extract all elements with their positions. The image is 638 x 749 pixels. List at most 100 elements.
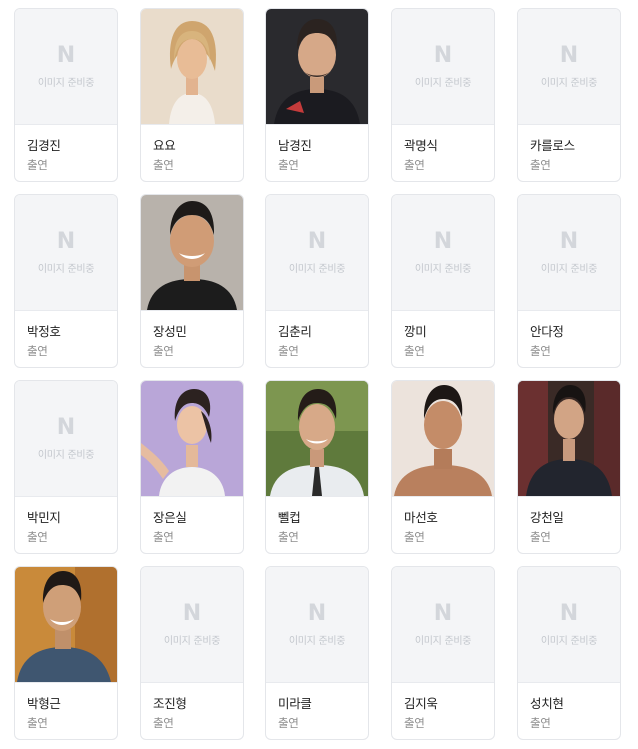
person-photo-male-fighter-icon[interactable] — [266, 9, 368, 125]
cast-name[interactable]: 안다정 — [530, 321, 564, 340]
placeholder-thumbnail: N 이미지 준비중 — [266, 567, 368, 683]
cast-name[interactable]: 강천일 — [530, 507, 564, 526]
placeholder-text: 이미지 준비중 — [288, 635, 346, 647]
naver-logo-icon: N — [559, 600, 579, 626]
person-photo-female-athlete-icon[interactable] — [141, 381, 243, 497]
placeholder-thumbnail: N 이미지 준비중 — [518, 567, 620, 683]
cast-name[interactable]: 성치현 — [530, 693, 564, 712]
naver-logo-icon: N — [307, 228, 327, 254]
person-photo-female-blonde-icon[interactable] — [141, 9, 243, 125]
cast-name[interactable]: 뻴컵 — [278, 507, 301, 526]
cast-card[interactable]: N 이미지 준비중 박민지 출연 — [14, 380, 118, 554]
cast-card[interactable]: N 이미지 준비중 미라클 출연 — [265, 566, 369, 740]
cast-role: 출연 — [404, 158, 425, 172]
cast-card[interactable]: N 이미지 준비중 박정호 출연 — [14, 194, 118, 368]
cast-name[interactable]: 김지욱 — [404, 693, 438, 712]
cast-role: 출연 — [530, 158, 551, 172]
placeholder-text: 이미지 준비중 — [288, 263, 346, 275]
placeholder-thumbnail: N 이미지 준비중 — [141, 567, 243, 683]
cast-card[interactable]: N 이미지 준비중 카를로스 출연 — [517, 8, 621, 182]
naver-logo-icon: N — [559, 42, 579, 68]
cast-name[interactable]: 김경진 — [27, 135, 61, 154]
cast-role: 출연 — [530, 716, 551, 730]
cast-role: 출연 — [530, 530, 551, 544]
cast-card[interactable]: N 이미지 준비중 김경진 출연 — [14, 8, 118, 182]
placeholder-text: 이미지 준비중 — [163, 635, 221, 647]
cast-name[interactable]: 곽명식 — [404, 135, 438, 154]
cast-card[interactable]: N 이미지 준비중 김지욱 출연 — [391, 566, 495, 740]
person-photo-male-jacket-icon[interactable] — [518, 381, 620, 497]
placeholder-thumbnail: N 이미지 준비중 — [392, 9, 494, 125]
placeholder-text: 이미지 준비중 — [414, 77, 472, 89]
placeholder-text: 이미지 준비중 — [37, 263, 95, 275]
placeholder-text: 이미지 준비중 — [37, 77, 95, 89]
cast-card[interactable]: N 이미지 준비중 성치현 출연 — [517, 566, 621, 740]
cast-name[interactable]: 장성민 — [153, 321, 187, 340]
cast-role: 출연 — [27, 716, 48, 730]
placeholder-text: 이미지 준비중 — [37, 449, 95, 461]
placeholder-thumbnail: N 이미지 준비중 — [518, 195, 620, 311]
naver-logo-icon: N — [307, 600, 327, 626]
cast-role: 출연 — [153, 716, 174, 730]
cast-role: 출연 — [27, 158, 48, 172]
placeholder-thumbnail: N 이미지 준비중 — [15, 195, 117, 311]
person-photo-male-smiling-icon[interactable] — [141, 195, 243, 311]
naver-logo-icon: N — [56, 42, 76, 68]
naver-logo-icon: N — [56, 228, 76, 254]
cast-role: 출연 — [153, 158, 174, 172]
cast-card[interactable]: 강천일 출연 — [517, 380, 621, 554]
person-photo-male-denim-icon[interactable] — [15, 567, 117, 683]
cast-name[interactable]: 깡미 — [404, 321, 427, 340]
cast-card[interactable]: 마선호 출연 — [391, 380, 495, 554]
cast-card[interactable]: 남경진 출연 — [265, 8, 369, 182]
cast-card[interactable]: N 이미지 준비중 깡미 출연 — [391, 194, 495, 368]
cast-card[interactable]: 장은실 출연 — [140, 380, 244, 554]
cast-name[interactable]: 카를로스 — [530, 135, 575, 154]
person-photo-male-shirt-icon[interactable] — [266, 381, 368, 497]
naver-logo-icon: N — [56, 414, 76, 440]
person-photo-male-shirtless-icon[interactable] — [392, 381, 494, 497]
naver-logo-icon: N — [433, 600, 453, 626]
cast-role: 출연 — [404, 344, 425, 358]
cast-name[interactable]: 조진형 — [153, 693, 187, 712]
placeholder-thumbnail: N 이미지 준비중 — [15, 381, 117, 497]
cast-name[interactable]: 마선호 — [404, 507, 438, 526]
cast-card[interactable]: N 이미지 준비중 곽명식 출연 — [391, 8, 495, 182]
naver-logo-icon: N — [182, 600, 202, 626]
placeholder-text: 이미지 준비중 — [414, 635, 472, 647]
cast-name[interactable]: 박형근 — [27, 693, 61, 712]
naver-logo-icon: N — [433, 42, 453, 68]
naver-logo-icon: N — [559, 228, 579, 254]
cast-name[interactable]: 김춘리 — [278, 321, 312, 340]
cast-card[interactable]: 요요 출연 — [140, 8, 244, 182]
placeholder-thumbnail: N 이미지 준비중 — [392, 195, 494, 311]
placeholder-thumbnail: N 이미지 준비중 — [518, 9, 620, 125]
cast-card[interactable]: 박형근 출연 — [14, 566, 118, 740]
placeholder-text: 이미지 준비중 — [540, 263, 598, 275]
cast-name[interactable]: 박민지 — [27, 507, 61, 526]
cast-card[interactable]: 장성민 출연 — [140, 194, 244, 368]
cast-role: 출연 — [153, 344, 174, 358]
cast-role: 출연 — [404, 716, 425, 730]
cast-role: 출연 — [153, 530, 174, 544]
cast-role: 출연 — [278, 716, 299, 730]
placeholder-thumbnail: N 이미지 준비중 — [266, 195, 368, 311]
cast-role: 출연 — [278, 530, 299, 544]
cast-card[interactable]: N 이미지 준비중 안다정 출연 — [517, 194, 621, 368]
placeholder-thumbnail: N 이미지 준비중 — [392, 567, 494, 683]
cast-role: 출연 — [278, 344, 299, 358]
placeholder-thumbnail: N 이미지 준비중 — [15, 9, 117, 125]
cast-card[interactable]: N 이미지 준비중 조진형 출연 — [140, 566, 244, 740]
naver-logo-icon: N — [433, 228, 453, 254]
cast-card[interactable]: N 이미지 준비중 김춘리 출연 — [265, 194, 369, 368]
cast-role: 출연 — [27, 344, 48, 358]
cast-name[interactable]: 미라클 — [278, 693, 312, 712]
cast-role: 출연 — [404, 530, 425, 544]
cast-name[interactable]: 장은실 — [153, 507, 187, 526]
cast-name[interactable]: 요요 — [153, 135, 176, 154]
placeholder-text: 이미지 준비중 — [414, 263, 472, 275]
cast-card[interactable]: 뻴컵 출연 — [265, 380, 369, 554]
cast-name[interactable]: 남경진 — [278, 135, 312, 154]
placeholder-text: 이미지 준비중 — [540, 77, 598, 89]
cast-name[interactable]: 박정호 — [27, 321, 61, 340]
